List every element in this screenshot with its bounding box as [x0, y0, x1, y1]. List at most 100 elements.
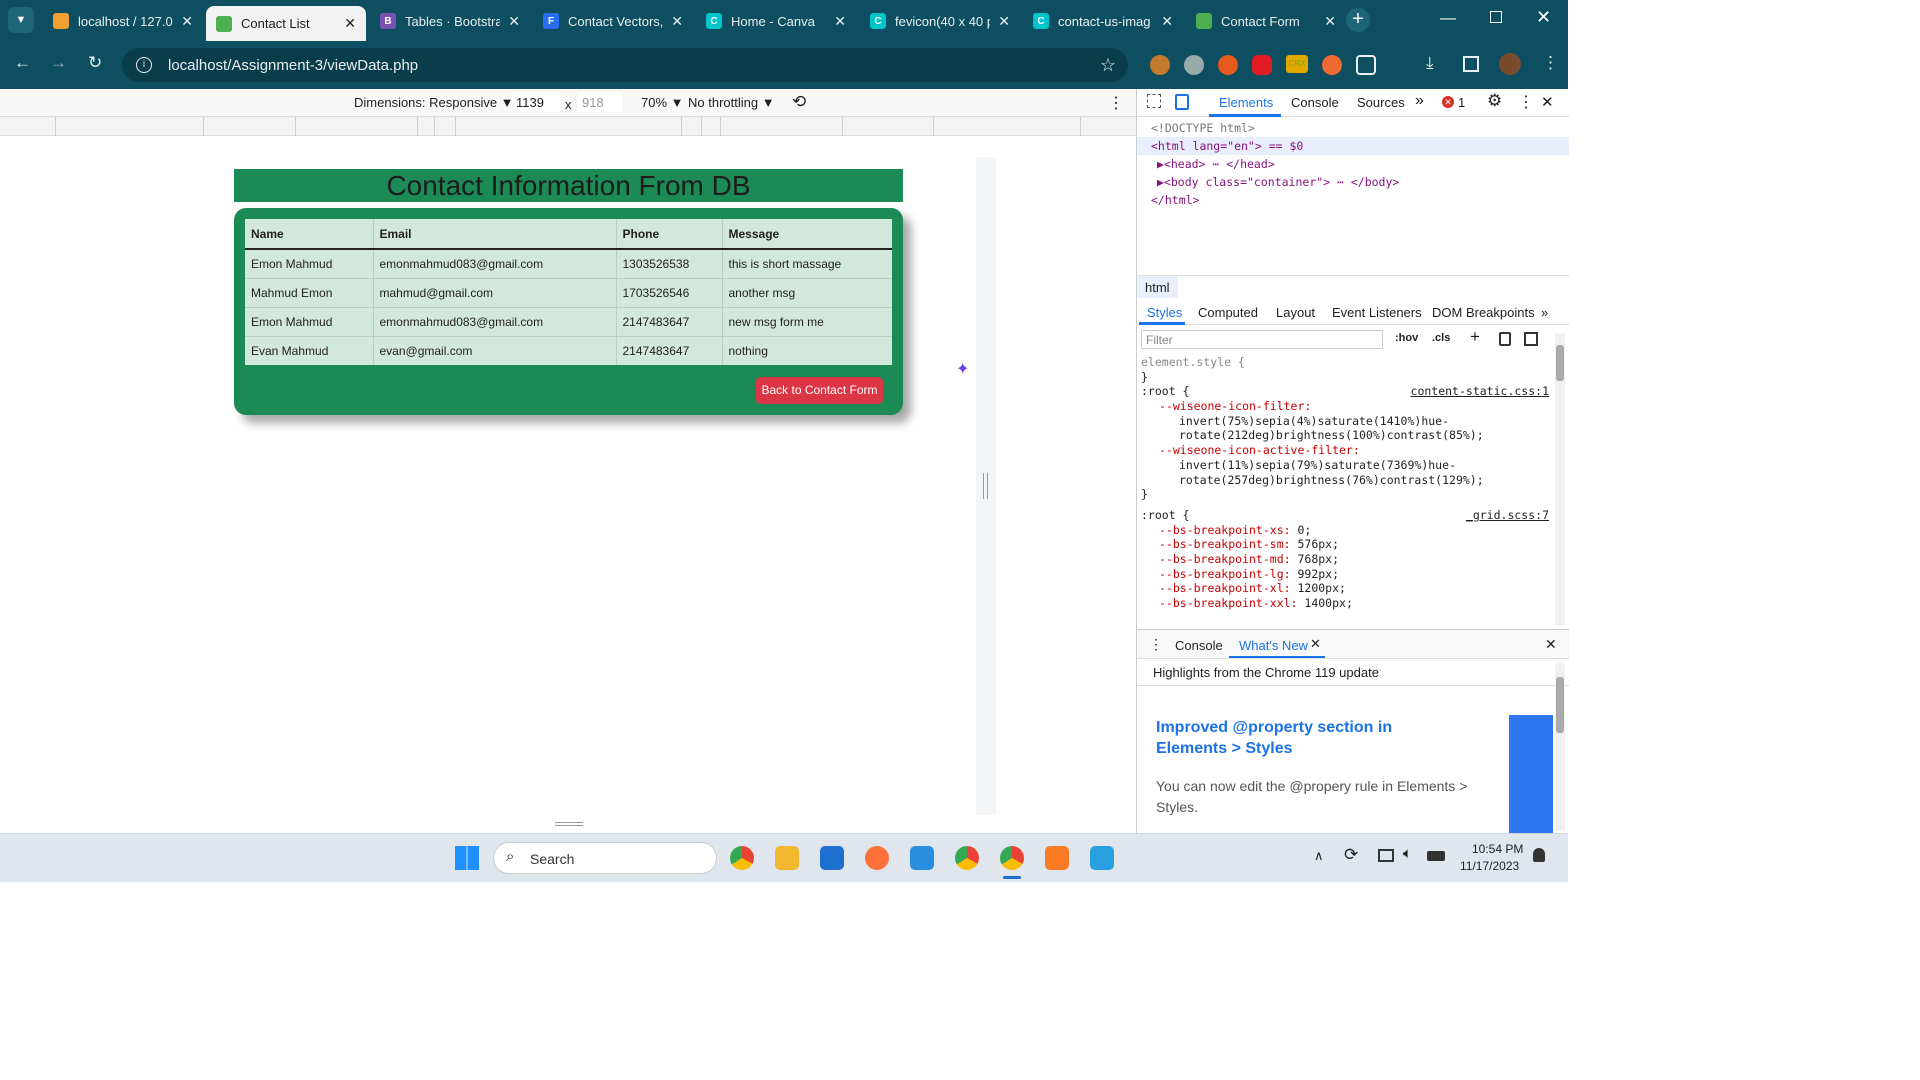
drawer-tab-console[interactable]: Console — [1175, 638, 1223, 653]
dom-node[interactable]: </html> — [1137, 191, 1569, 209]
dom-node[interactable]: ▶<body class="container"> ⋯ </body> — [1137, 173, 1569, 191]
notification-bell-icon[interactable] — [1533, 848, 1545, 862]
chrome-taskbar-icon[interactable] — [730, 846, 754, 870]
profile-avatar[interactable] — [1499, 53, 1521, 75]
css-line[interactable]: rotate(212deg)brightness(100%)contrast(8… — [1137, 428, 1553, 443]
dom-node[interactable]: ▶<head> ⋯ </head> — [1137, 155, 1569, 173]
fire-extension-icon[interactable] — [1218, 55, 1238, 75]
browser-tab[interactable]: Cfevicon(40 x 40 p ✕ — [860, 6, 1020, 36]
browser-tab[interactable]: localhost / 127.0. ✕ — [43, 6, 203, 36]
new-tab-button[interactable]: + — [1346, 8, 1370, 32]
site-info-icon[interactable]: i — [136, 57, 152, 73]
styles-scrollbar[interactable] — [1555, 333, 1565, 625]
browser-tab[interactable]: C Home - Canva ✕ — [696, 6, 856, 36]
dom-node[interactable]: <!DOCTYPE html> — [1137, 119, 1569, 137]
clock-time[interactable]: 10:54 PM — [1472, 842, 1523, 856]
css-line[interactable]: invert(75%)sepia(4%)saturate(1410%)hue- — [1137, 414, 1553, 429]
styles-subtab[interactable]: Event Listeners — [1332, 305, 1422, 320]
tab-search-button[interactable]: ▼ — [8, 7, 34, 33]
css-line[interactable]: --bs-breakpoint-md: 768px; — [1137, 552, 1553, 567]
browser-tab[interactable]: B Tables · Bootstrap ✕ — [370, 6, 530, 36]
clock-date[interactable]: 11/17/2023 — [1460, 859, 1519, 873]
address-bar[interactable]: i localhost/Assignment-3/viewData.php ☆ — [122, 48, 1128, 82]
forward-icon[interactable]: → — [50, 53, 67, 73]
rotate-icon[interactable]: ⟲ — [792, 92, 806, 112]
brush-extension-icon[interactable] — [1322, 55, 1342, 75]
css-line[interactable]: --bs-breakpoint-lg: 992px; — [1137, 567, 1553, 582]
network-icon[interactable] — [1378, 849, 1394, 862]
styles-subtab[interactable]: Layout — [1276, 305, 1315, 320]
new-rule-icon[interactable]: + — [1470, 327, 1480, 347]
whats-new-title[interactable]: Improved @property section in Elements >… — [1156, 717, 1446, 759]
browser-tab[interactable]: F Contact Vectors, ✕ — [533, 6, 693, 36]
css-source-link[interactable]: _grid.scss:7 — [1466, 508, 1549, 523]
width-input[interactable]: 1139 — [512, 92, 560, 112]
url-text[interactable]: localhost/Assignment-3/viewData.php — [168, 57, 418, 74]
browser-tab[interactable]: Contact Form ✕ — [1186, 6, 1346, 36]
css-line[interactable]: --wiseone-icon-active-filter: — [1137, 443, 1553, 458]
more-tabs-icon[interactable]: » — [1415, 92, 1424, 110]
close-tab-icon[interactable]: ✕ — [344, 15, 356, 32]
close-devtools-icon[interactable]: ✕ — [1541, 93, 1554, 111]
drawer-tab-whats-new[interactable]: What's New — [1239, 638, 1308, 653]
file-explorer-icon[interactable] — [775, 846, 799, 870]
drawer-scrollbar[interactable] — [1555, 663, 1565, 831]
class-toggle[interactable]: .cls — [1432, 332, 1450, 344]
resize-handle-bottom[interactable] — [555, 822, 583, 826]
close-whats-new-icon[interactable]: ✕ — [1310, 636, 1321, 652]
css-line[interactable]: :root {_grid.scss:7 — [1137, 508, 1553, 523]
css-line[interactable]: rotate(257deg)brightness(76%)contrast(12… — [1137, 473, 1553, 488]
styles-subtab[interactable]: DOM Breakpoints — [1432, 305, 1535, 320]
tab-sources[interactable]: Sources — [1357, 95, 1405, 110]
css-line[interactable]: --wiseone-icon-filter: — [1137, 399, 1553, 414]
styles-subtab[interactable]: » — [1541, 305, 1548, 320]
ghost-extension-icon[interactable] — [1184, 55, 1204, 75]
firefox-icon[interactable] — [865, 846, 889, 870]
close-tab-icon[interactable]: ✕ — [1324, 13, 1336, 30]
drawer-menu-icon[interactable]: ⋮ — [1149, 636, 1163, 653]
browser-tab[interactable]: Contact List ✕ — [206, 6, 366, 41]
css-line[interactable]: } — [1137, 370, 1553, 385]
windows-start-icon[interactable] — [455, 846, 479, 870]
chrome-profile-icon[interactable] — [955, 846, 979, 870]
error-count[interactable]: 1 — [1458, 95, 1465, 110]
error-icon[interactable]: ✕ — [1442, 96, 1454, 108]
devtools-menu-icon[interactable]: ⋮ — [1518, 92, 1534, 112]
crx-extension-icon[interactable]: CRX — [1286, 55, 1308, 73]
css-line[interactable]: --bs-breakpoint-sm: 576px; — [1137, 537, 1553, 552]
side-panel-icon[interactable] — [1463, 56, 1479, 72]
volume-icon[interactable]: 🔈︎ — [1403, 845, 1412, 862]
hover-state-toggle[interactable]: :hov — [1395, 332, 1418, 344]
css-line[interactable]: --bs-breakpoint-xl: 1200px; — [1137, 581, 1553, 596]
css-source-link[interactable]: content-static.css:1 — [1411, 384, 1549, 399]
styles-subtab[interactable]: Styles — [1147, 305, 1182, 320]
paint-icon[interactable] — [1499, 332, 1511, 346]
resize-handle-right[interactable] — [983, 473, 988, 499]
close-tab-icon[interactable]: ✕ — [834, 13, 846, 30]
breadcrumb-html[interactable]: html — [1137, 276, 1178, 298]
tab-console[interactable]: Console — [1291, 95, 1339, 110]
close-tab-icon[interactable]: ✕ — [508, 13, 520, 30]
sparkle-icon[interactable]: ✦ — [956, 359, 969, 379]
bookmark-star-icon[interactable]: ☆ — [1100, 55, 1116, 76]
reload-icon[interactable]: ↻ — [88, 53, 102, 73]
taskbar-search[interactable]: ⌕ Search — [493, 842, 717, 874]
zoom-select[interactable]: 70% ▼ — [641, 95, 684, 110]
close-tab-icon[interactable]: ✕ — [998, 13, 1010, 30]
mail-icon[interactable] — [820, 846, 844, 870]
back-to-contact-form-button[interactable]: Back to Contact Form — [756, 377, 883, 404]
sync-icon[interactable]: ⟳ — [1344, 845, 1358, 865]
tray-chevron-icon[interactable]: ∧ — [1314, 848, 1324, 864]
css-line[interactable]: --bs-breakpoint-xxl: 1400px; — [1137, 596, 1553, 611]
styles-filter-input[interactable]: Filter — [1141, 330, 1383, 349]
device-toggle-icon[interactable] — [1175, 94, 1189, 110]
close-tab-icon[interactable]: ✕ — [181, 13, 193, 30]
dimensions-select[interactable]: Dimensions: Responsive ▼ — [354, 95, 514, 110]
close-drawer-icon[interactable]: ✕ — [1545, 636, 1557, 653]
throttling-select[interactable]: No throttling ▼ — [688, 95, 775, 110]
battery-icon[interactable] — [1427, 851, 1445, 861]
device-more-icon[interactable]: ⋮ — [1108, 93, 1124, 113]
more-menu-icon[interactable]: ⋮ — [1542, 53, 1559, 73]
browser-tab[interactable]: Ccontact-us-imag ✕ — [1023, 6, 1183, 36]
close-tab-icon[interactable]: ✕ — [1161, 13, 1173, 30]
